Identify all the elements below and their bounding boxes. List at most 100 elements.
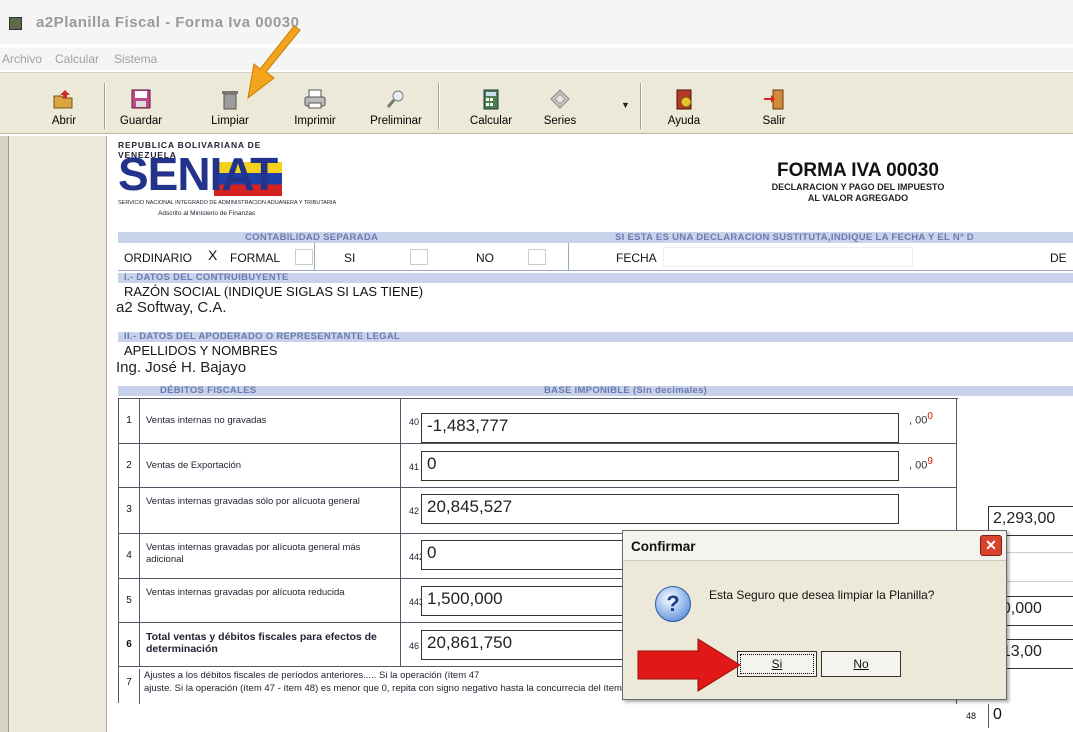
left-edge xyxy=(0,136,9,732)
series-button[interactable]: Series xyxy=(536,77,584,131)
apellidos-nombres-label: APELLIDOS Y NOMBRES xyxy=(124,343,278,358)
ordinario-label: ORDINARIO xyxy=(124,251,193,265)
row-number: 4 xyxy=(126,550,132,561)
salir-label: Salir xyxy=(762,115,786,127)
left-panel xyxy=(0,136,107,732)
diamond-series-icon xyxy=(548,88,572,110)
series-dropdown-arrow-icon[interactable]: ▼ xyxy=(621,100,630,110)
close-icon[interactable]: ✕ xyxy=(980,535,1002,556)
calcular-button[interactable]: Calcular xyxy=(462,77,520,131)
dialog-title: Confirmar xyxy=(623,531,1006,561)
si-button[interactable]: Si xyxy=(737,651,817,677)
si-label: SI xyxy=(344,251,356,265)
save-icon xyxy=(129,88,153,110)
servicio-text: SERVICIO NACIONAL INTEGRADO DE ADMINISTR… xyxy=(118,200,337,206)
debitos-title: DÉBITOS FISCALES xyxy=(160,385,257,396)
toolbar: Abrir Guardar Limpiar Imprimir Prelimina… xyxy=(0,72,1073,134)
forma-title: FORMA IVA 00030 xyxy=(777,160,939,181)
ayuda-button[interactable]: Ayuda xyxy=(660,77,708,131)
no-label: NO xyxy=(476,251,494,265)
menu-archivo[interactable]: Archivo xyxy=(2,52,42,66)
question-icon: ? xyxy=(655,586,691,622)
open-folder-icon xyxy=(52,88,76,110)
cents-field-41[interactable]: , 009 xyxy=(909,456,933,472)
row-number: 2 xyxy=(126,460,132,471)
limpiar-label: Limpiar xyxy=(211,115,249,127)
si-checkbox[interactable] xyxy=(410,249,428,265)
apoderado-section-title: II.- DATOS DEL APODERADO O REPRESENTANTE… xyxy=(124,331,401,342)
adscrito-text: Adscrito al Ministerio de Finanzas xyxy=(158,210,256,217)
row-number: 6 xyxy=(126,639,132,650)
contribuyente-section-strip: I.- DATOS DEL CONTRUIBUYENTE xyxy=(118,272,1073,283)
menu-sistema[interactable]: Sistema xyxy=(114,52,157,66)
apellidos-nombres-input[interactable]: Ing. José H. Bajayo xyxy=(116,359,1056,381)
row-description: Ventas de Exportación xyxy=(139,444,401,488)
row-description: Ventas internas gravadas sólo por alícuo… xyxy=(139,488,401,534)
de-label: DE xyxy=(1050,251,1067,265)
fecha-input[interactable] xyxy=(663,247,913,267)
exit-door-icon xyxy=(762,88,786,110)
formal-checkbox[interactable] xyxy=(295,249,313,265)
calculator-icon xyxy=(479,88,503,110)
base-imponible-title: BASE IMPONIBLE (Sin decimales) xyxy=(544,385,708,396)
toolbar-separator xyxy=(438,83,440,129)
preliminar-button[interactable]: Preliminar xyxy=(366,77,426,131)
debitos-header-strip: DÉBITOS FISCALES BASE IMPONIBLE (Sin dec… xyxy=(118,385,1073,396)
formal-label: FORMAL xyxy=(230,251,281,265)
row-number: 1 xyxy=(126,415,132,426)
forma-subtitle-1: DECLARACION Y PAGO DEL IMPUESTO xyxy=(771,182,945,192)
declaration-header-strip: CONTABILIDAD SEPARADA SI ESTA ES UNA DEC… xyxy=(118,232,1073,243)
cents-sup: 0 xyxy=(927,411,933,422)
guardar-button[interactable]: Guardar xyxy=(116,77,166,131)
annotation-arrow-red xyxy=(637,638,741,692)
cents-sup: 9 xyxy=(927,456,933,467)
title-bar: a2Planilla Fiscal - Forma Iva 00030 xyxy=(0,0,1073,44)
guardar-label: Guardar xyxy=(119,115,163,127)
contabilidad-label: CONTABILIDAD SEPARADA xyxy=(245,232,379,243)
base-imponible-input-42[interactable]: 20,845,527 xyxy=(421,494,899,524)
row-code: 42 xyxy=(409,506,420,516)
base-imponible-input-41[interactable]: 0 xyxy=(421,451,899,481)
row-code: 41 xyxy=(409,462,420,472)
razon-social-label: RAZÓN SOCIAL (INDIQUE SIGLAS SI LAS TIEN… xyxy=(124,284,424,299)
si-button-label: Si xyxy=(771,657,783,671)
declaration-row: ORDINARIO X FORMAL SI NO FECHA DE xyxy=(118,243,1073,271)
calcular-label: Calcular xyxy=(469,115,513,127)
debito-row-2: 2 Ventas de Exportación 41 0 , 009 xyxy=(119,444,957,488)
forma-subtitle-2: AL VALOR AGREGADO xyxy=(807,193,909,203)
trash-icon xyxy=(218,88,242,110)
app-icon[interactable] xyxy=(9,17,22,30)
no-checkbox[interactable] xyxy=(528,249,546,265)
preliminar-label: Preliminar xyxy=(370,115,422,127)
logo-wordmark: SENIAT xyxy=(118,148,278,200)
razon-social-input[interactable]: a2 Softway, C.A. xyxy=(116,299,1056,321)
seniat-logo: REPUBLICA BOLIVARIANA DE VENEZUELA SENIA… xyxy=(118,140,336,234)
toolbar-separator xyxy=(640,83,642,129)
ordinario-checkbox[interactable]: X xyxy=(208,247,217,263)
abrir-button[interactable]: Abrir xyxy=(44,77,84,131)
row-number: 3 xyxy=(126,504,132,515)
row-number: 5 xyxy=(126,595,132,606)
row-description: Ventas internas no gravadas xyxy=(139,399,401,444)
cents-field-40[interactable]: , 000 xyxy=(909,411,933,427)
salir-button[interactable]: Salir xyxy=(754,77,794,131)
no-button[interactable]: No xyxy=(821,651,901,677)
row-description: Ventas internas gravadas por alícuota re… xyxy=(139,579,401,623)
toolbar-separator xyxy=(104,83,106,129)
row-code: 40 xyxy=(409,417,420,427)
cents-value: 00 xyxy=(915,459,928,472)
row-code: 46 xyxy=(409,641,420,651)
ajuste-input-48[interactable]: 0 xyxy=(988,704,1073,728)
cents-value: 00 xyxy=(915,414,928,427)
annotation-arrow-orange xyxy=(247,25,301,100)
magnifier-icon xyxy=(384,88,408,110)
abrir-label: Abrir xyxy=(51,115,77,127)
debito-row-3: 3 Ventas internas gravadas sólo por alíc… xyxy=(119,488,957,534)
imprimir-label: Imprimir xyxy=(294,115,336,127)
row7-code: 48 xyxy=(966,711,977,721)
no-button-label: No xyxy=(853,657,869,671)
menu-calcular[interactable]: Calcular xyxy=(55,52,99,66)
row-description: Total ventas y débitos fiscales para efe… xyxy=(139,623,401,667)
dialog-message: Esta Seguro que desea limpiar la Planill… xyxy=(709,588,935,602)
base-imponible-input-40[interactable]: -1,483,777 xyxy=(421,413,899,443)
